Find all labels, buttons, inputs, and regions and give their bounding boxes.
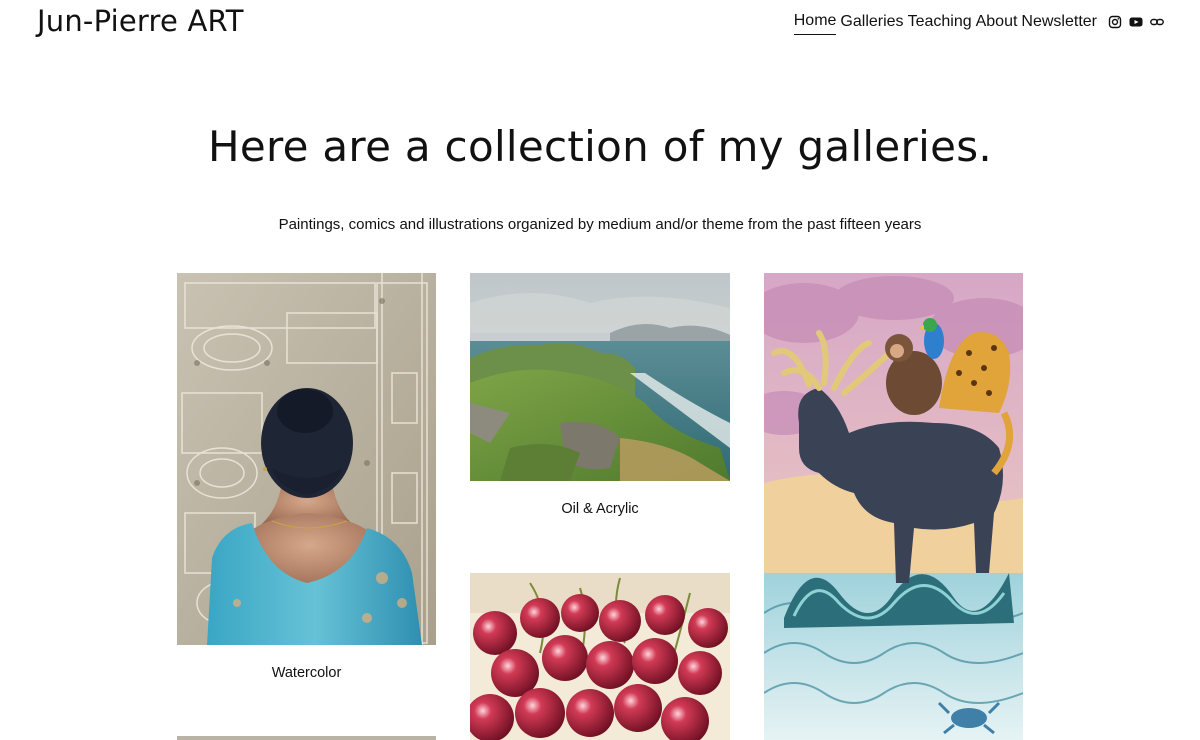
gallery-illustration-image[interactable] [764,273,1023,740]
link-icon[interactable] [1150,15,1164,29]
site-header: Jun-Pierre ART Home Galleries Teaching A… [0,0,1200,50]
youtube-icon[interactable] [1129,15,1143,29]
page-subtitle: Paintings, comics and illustrations orga… [278,216,922,233]
gallery-next-image[interactable] [177,736,436,740]
nav-about[interactable]: About [976,13,1018,35]
page-title: Here are a collection of my galleries. [207,122,993,171]
nav-home[interactable]: Home [793,12,837,35]
main-nav: Home Galleries Teaching About Newsletter [793,12,1164,35]
gallery-cherries-image[interactable] [470,573,730,740]
site-title[interactable]: Jun-Pierre ART [37,4,244,38]
social-links [1101,15,1164,32]
nav-galleries[interactable]: Galleries [840,13,903,35]
instagram-icon[interactable] [1108,15,1122,29]
gallery-oil-acrylic-image[interactable] [470,273,730,481]
gallery-caption-oil-acrylic[interactable]: Oil & Acrylic [470,501,730,517]
nav-newsletter[interactable]: Newsletter [1021,13,1097,35]
nav-teaching[interactable]: Teaching [908,13,972,35]
gallery-caption-watercolor[interactable]: Watercolor [177,665,436,681]
gallery-watercolor-image[interactable] [177,273,436,645]
